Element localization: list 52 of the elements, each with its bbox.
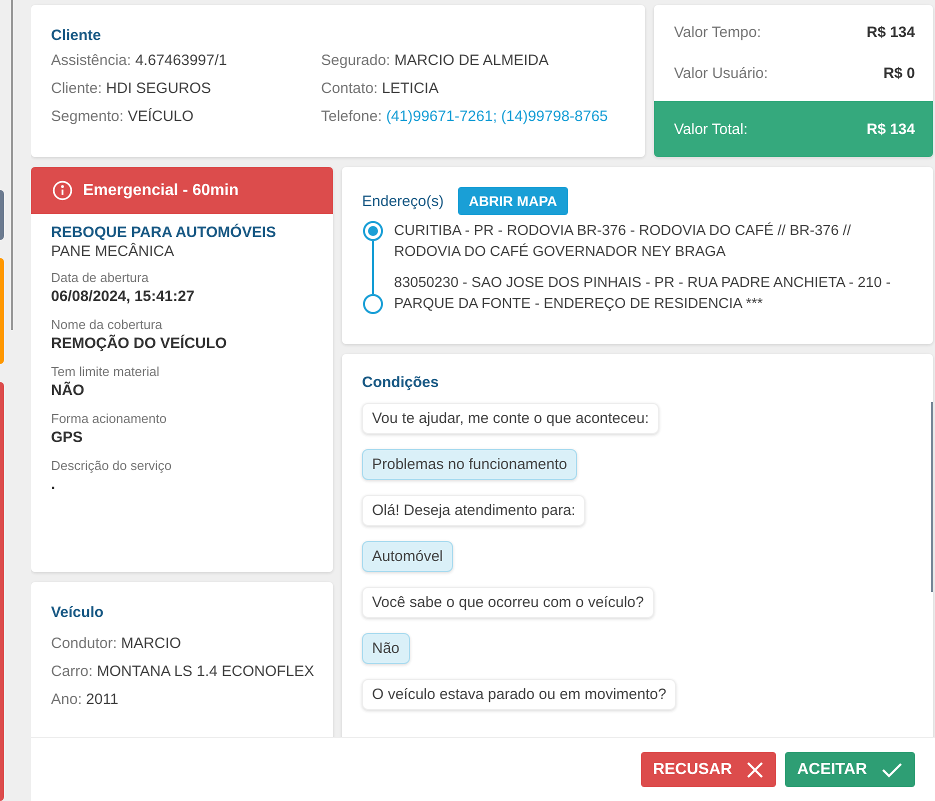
priority-text: Emergencial - 60min <box>83 182 239 200</box>
detail-label: Forma acionamento <box>51 411 168 426</box>
card-title: Veículo <box>51 604 105 621</box>
answer-bubble: Automóvel <box>362 541 453 572</box>
value-amount: R$ 134 <box>866 120 915 138</box>
client-field: Contato: LETICIA <box>321 80 625 97</box>
card-title: Cliente <box>51 27 102 44</box>
client-field: Segmento: VEÍCULO <box>51 108 321 125</box>
card-title: Endereço(s) <box>362 192 444 210</box>
service-subtitle: PANE MECÂNICA <box>51 243 176 260</box>
address-text: 83050230 - SAO JOSE DOS PINHAIS - PR - RUA PADRE ANCHIETA - 210 - PARQUE DA FONTE - ENDEREÇO DE RESIDENCIA *** <box>394 274 892 314</box>
client-field: Cliente: HDI SEGUROS <box>51 80 321 97</box>
detail-value: . <box>51 476 56 493</box>
close-icon <box>746 760 764 778</box>
detail-value: GPS <box>51 429 84 446</box>
client-field: Assistência: 4.67463997/1 <box>51 52 321 69</box>
side-tab[interactable] <box>0 258 4 364</box>
detail-value: REMOÇÃO DO VEÍCULO <box>51 335 228 352</box>
vehicle-field: Carro: MONTANA LS 1.4 ECONOFLEX <box>51 663 313 680</box>
detail-label: Data de abertura <box>51 270 150 285</box>
question-bubble: O veículo estava parado ou em movimento? <box>362 679 676 710</box>
side-tab[interactable] <box>0 190 4 240</box>
detail-value: 06/08/2024, 15:41:27 <box>51 288 196 305</box>
vehicle-field: Ano: 2011 <box>51 691 313 708</box>
address-marker[interactable] <box>363 221 383 241</box>
check-icon <box>881 762 903 778</box>
value-amount: R$ 134 <box>866 24 915 41</box>
card-title: Condições <box>362 374 440 391</box>
address-marker[interactable] <box>363 294 383 314</box>
question-bubble: Vou te ajudar, me conte o que aconteceu: <box>362 403 659 434</box>
value-label: Valor Usuário: <box>674 65 768 82</box>
reject-button[interactable]: RECUSAR <box>640 752 776 787</box>
service-title: REBOQUE PARA AUTOMÓVEIS <box>51 224 278 241</box>
info-icon <box>52 180 73 201</box>
value-label: Valor Total: <box>674 120 748 138</box>
value-amount: R$ 0 <box>883 65 915 82</box>
vehicle-field: Condutor: MARCIO <box>51 635 313 652</box>
detail-label: Descrição do serviço <box>51 458 173 473</box>
question-bubble: Olá! Deseja atendimento para: <box>362 495 586 526</box>
detail-value: NÃO <box>51 382 86 399</box>
client-field: Segurado: MARCIO DE ALMEIDA <box>321 52 625 69</box>
scrollbar[interactable] <box>931 402 933 592</box>
detail-label: Nome da cobertura <box>51 317 164 332</box>
address-text: CURITIBA - PR - RODOVIA BR-376 - RODOVIA DO CAFÉ // BR-376 // RODOVIA DO CAFÉ GOVERNADOR NEY BRAGA <box>394 221 852 262</box>
open-map-button[interactable]: ABRIR MAPA <box>458 187 568 215</box>
answer-bubble: Problemas no funcionamento <box>362 449 578 480</box>
question-bubble: Você sabe o que ocorreu com o veículo? <box>362 587 654 618</box>
client-field: Telefone: (41)99671-7261; (14)99798-8765 <box>321 108 625 125</box>
answer-bubble: Não <box>362 633 410 664</box>
detail-label: Tem limite material <box>51 364 160 379</box>
accept-button[interactable]: ACEITAR <box>785 752 915 787</box>
value-label: Valor Tempo: <box>674 24 761 41</box>
